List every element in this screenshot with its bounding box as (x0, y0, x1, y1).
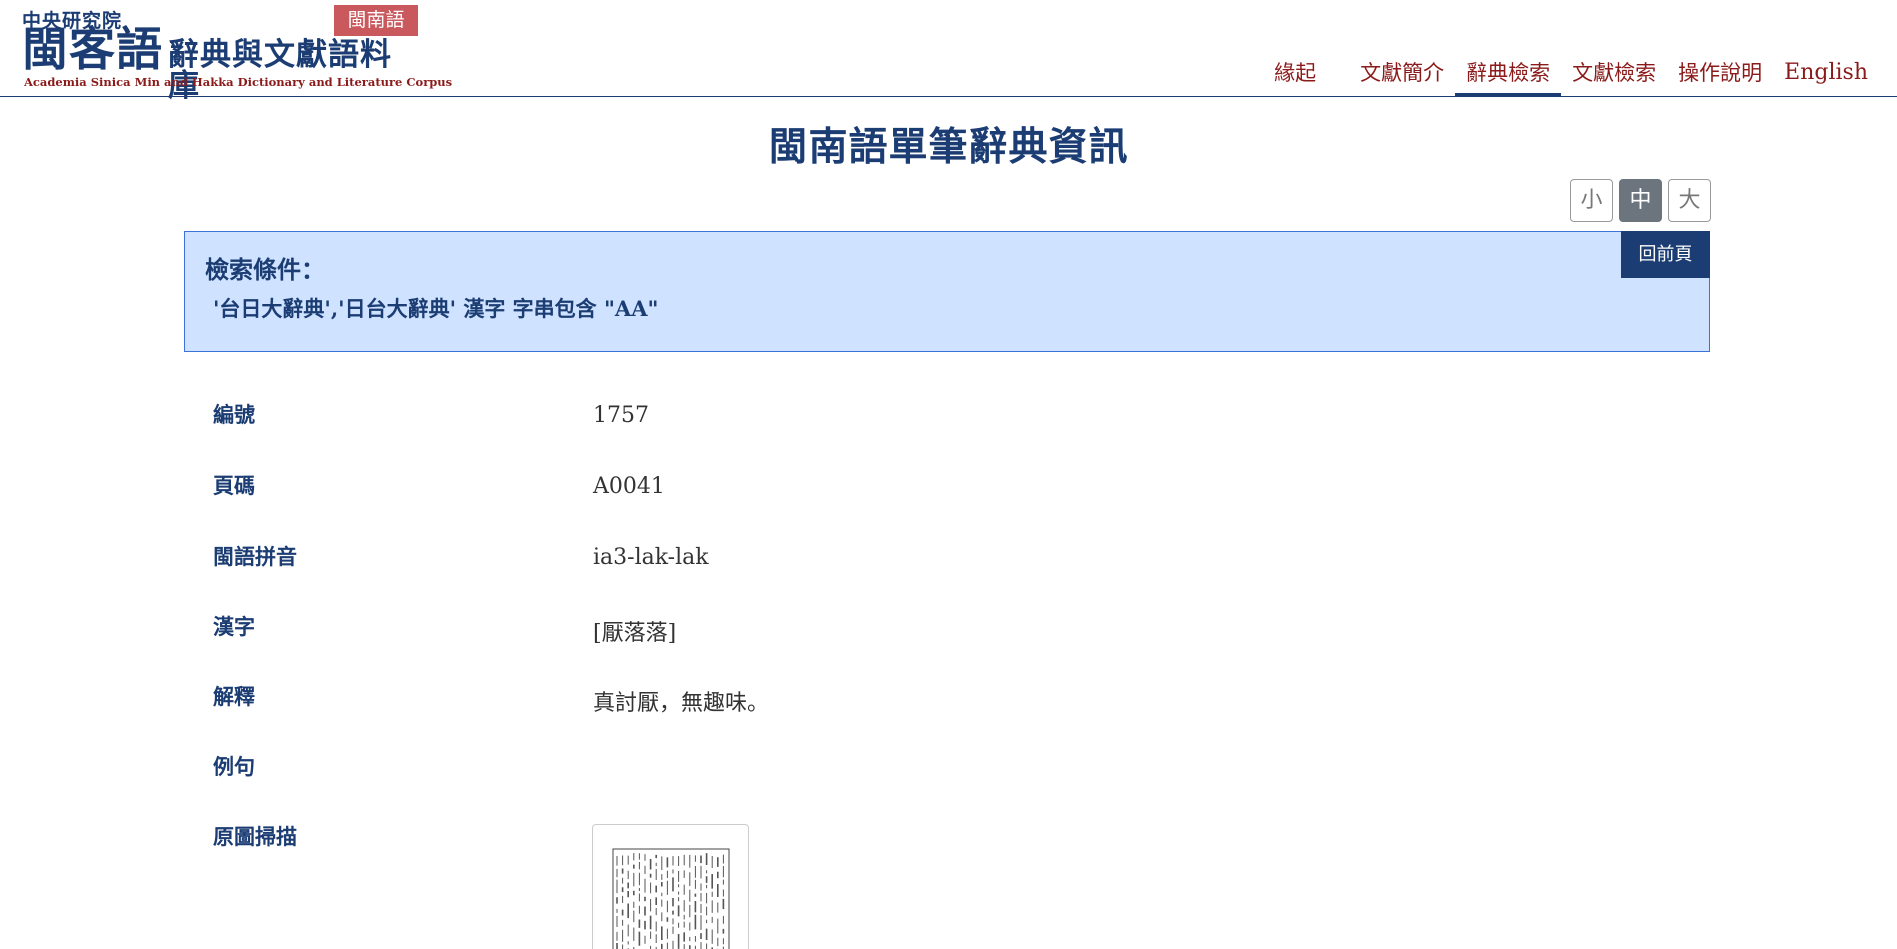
detail-value: 真討厭，無趣味。 (593, 691, 770, 716)
logo-sub-title: 辭典與文獻語料庫 (168, 37, 392, 104)
search-condition-text: '台日大辭典','日台大辭典' 漢字 字串包含 "AA" (213, 296, 659, 321)
detail-value: A0041 (593, 474, 665, 499)
site-header: 中央研究院 閩客語 辭典與文獻語料庫 Academia Sinica Min a… (0, 0, 1897, 102)
logo-english-title: Academia Sinica Min and Hakka Dictionary… (24, 75, 453, 89)
back-button[interactable]: 回前頁 (1621, 231, 1710, 278)
detail-row-example: 例句 (213, 751, 1693, 791)
detail-label: 閩語拼音 (213, 544, 297, 569)
scan-image (612, 848, 730, 949)
logo-main-title: 閩客語 (22, 22, 163, 76)
detail-row-definition: 解釋 真討厭，無趣味。 (213, 681, 1693, 721)
original-scan-thumbnail[interactable] (592, 824, 749, 949)
detail-row-romanization: 閩語拼音 ia3-lak-lak (213, 541, 1693, 581)
detail-row-id: 編號 1757 (213, 399, 1693, 439)
detail-label: 漢字 (213, 614, 255, 639)
font-size-medium-button[interactable]: 中 (1619, 179, 1662, 222)
nav-origin[interactable]: 緣起 (1263, 56, 1327, 96)
search-condition-label: 檢索條件： (205, 255, 325, 284)
nav-literature-search[interactable]: 文獻檢索 (1561, 56, 1667, 96)
detail-label: 解釋 (213, 684, 255, 709)
nav-instructions[interactable]: 操作說明 (1667, 56, 1773, 96)
detail-label: 編號 (213, 402, 255, 427)
detail-value: ia3-lak-lak (593, 545, 709, 570)
detail-value: [厭落落] (593, 621, 677, 646)
main-nav: 緣起 文獻簡介 辭典檢索 文獻檢索 操作說明 English (1263, 56, 1879, 96)
nav-english[interactable]: English (1773, 56, 1879, 96)
nav-dictionary-search[interactable]: 辭典檢索 (1455, 56, 1562, 96)
detail-row-scan: 原圖掃描 (213, 821, 1693, 861)
font-size-controls: 小 中 大 (1570, 179, 1711, 222)
detail-row-hanzi: 漢字 [厭落落] (213, 611, 1693, 651)
detail-label: 原圖掃描 (213, 824, 297, 849)
detail-label: 頁碼 (213, 473, 255, 498)
detail-row-page: 頁碼 A0041 (213, 470, 1693, 510)
nav-literature-intro[interactable]: 文獻簡介 (1349, 56, 1455, 96)
font-size-small-button[interactable]: 小 (1570, 179, 1613, 222)
detail-label: 例句 (213, 754, 255, 779)
font-size-large-button[interactable]: 大 (1668, 179, 1711, 222)
page-title: 閩南語單筆辭典資訊 (768, 124, 1129, 170)
language-badge[interactable]: 閩南語 (334, 5, 418, 36)
search-condition-panel: 檢索條件： '台日大辭典','日台大辭典' 漢字 字串包含 "AA" 回前頁 (184, 231, 1710, 352)
detail-value: 1757 (593, 403, 649, 428)
